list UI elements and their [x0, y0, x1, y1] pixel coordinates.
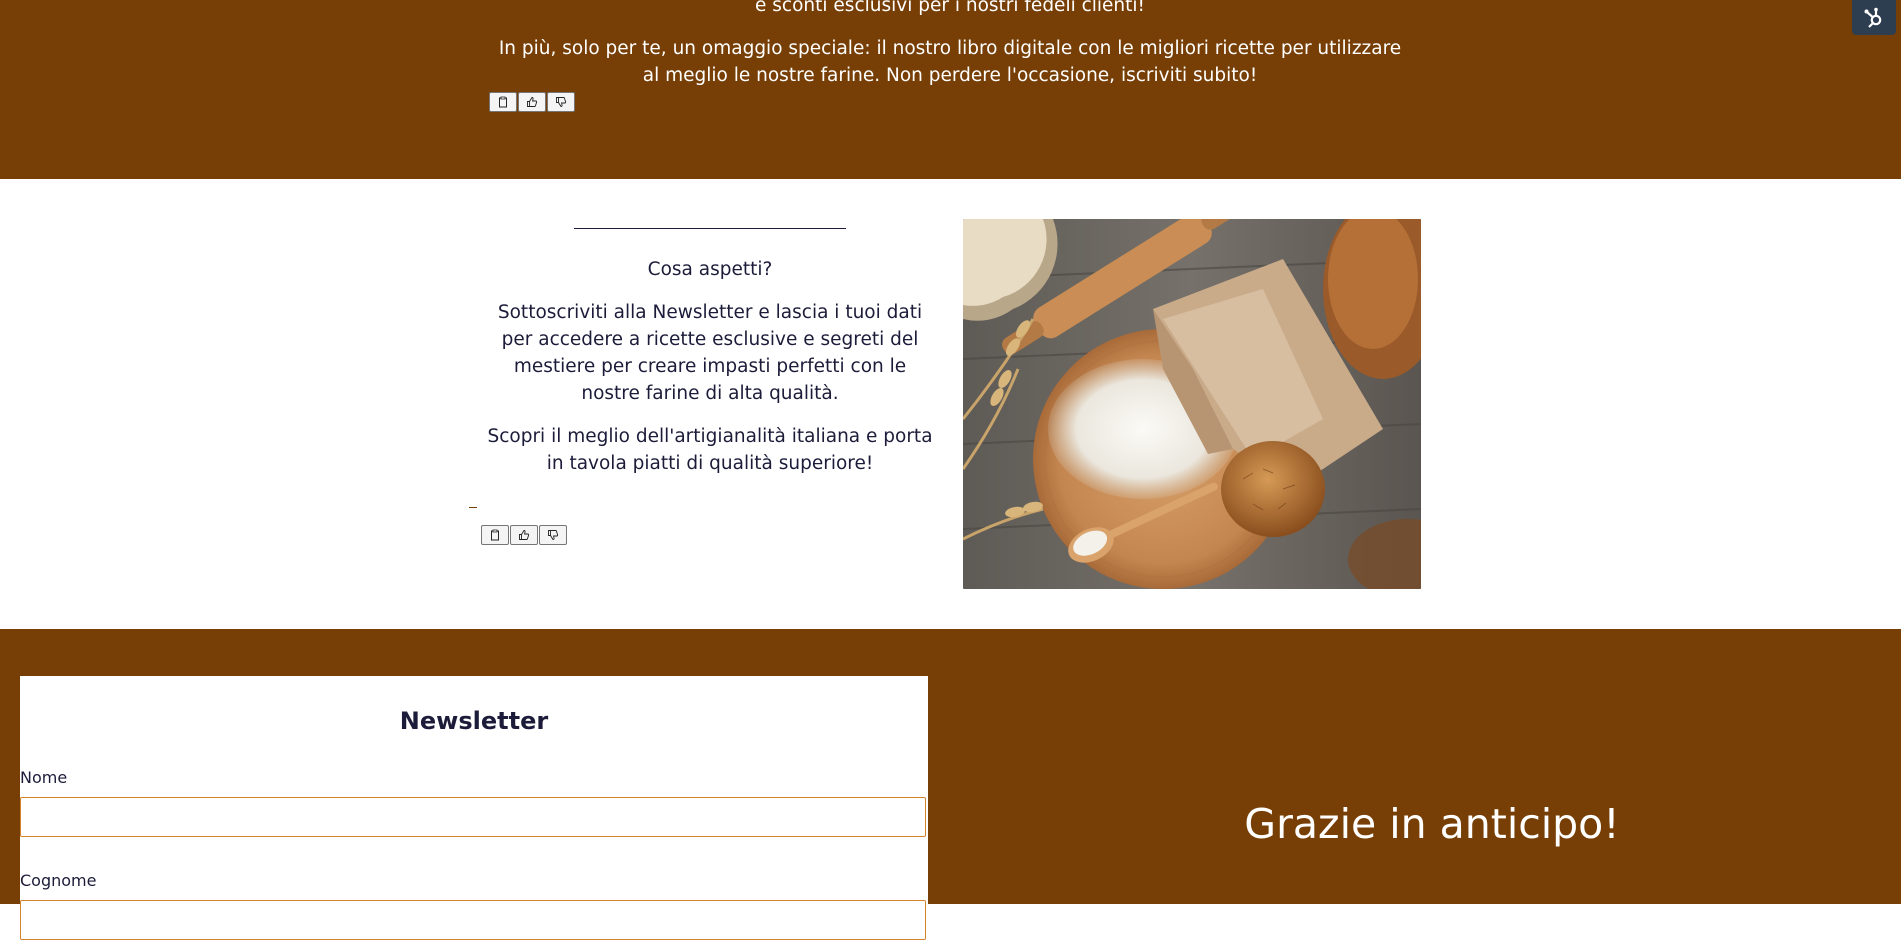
decorative-dash [469, 507, 477, 508]
name-label: Nome [20, 768, 68, 787]
thumbs-down-button[interactable] [539, 525, 567, 545]
feedback-buttons [489, 92, 576, 112]
feedback-buttons [481, 525, 568, 545]
form-title: Newsletter [399, 707, 549, 735]
clipboard-icon [491, 529, 499, 541]
sprocket-icon [1864, 7, 1882, 28]
hero-text-line1: e sconti esclusivi per i nostri fedeli c… [755, 0, 1145, 16]
intro-heading: Cosa aspetti? [647, 259, 773, 280]
name-input[interactable] [20, 797, 926, 837]
thumbs-down-button[interactable] [547, 92, 575, 112]
thanks-message: Grazie in anticipo! [1244, 800, 1620, 848]
intro-paragraph-1: Sottoscriviti alla Newsletter e lascia i… [497, 302, 923, 404]
thumbs-up-button[interactable] [510, 525, 538, 545]
hero-text-paragraph: In più, solo per te, un omaggio speciale… [498, 38, 1402, 86]
flour-photo [963, 219, 1421, 589]
intro-paragraph-2: Scopri il meglio dell'artigianalità ital… [487, 426, 933, 474]
thumbs-down-icon [548, 530, 559, 540]
section-divider [574, 228, 846, 229]
newsletter-form: Newsletter Nome Cognome [20, 676, 928, 940]
clipboard-icon [499, 96, 507, 108]
copy-button[interactable] [481, 525, 509, 545]
surname-input[interactable] [20, 900, 926, 940]
thumbs-down-icon [556, 97, 567, 107]
hero-section: e sconti esclusivi per i nostri fedeli c… [0, 0, 1901, 179]
copy-button[interactable] [489, 92, 517, 112]
thumbs-up-icon [527, 97, 538, 107]
thumbs-up-icon [519, 530, 530, 540]
surname-label: Cognome [20, 871, 97, 890]
hubspot-sprocket-icon[interactable] [1852, 0, 1896, 35]
thumbs-up-button[interactable] [518, 92, 546, 112]
